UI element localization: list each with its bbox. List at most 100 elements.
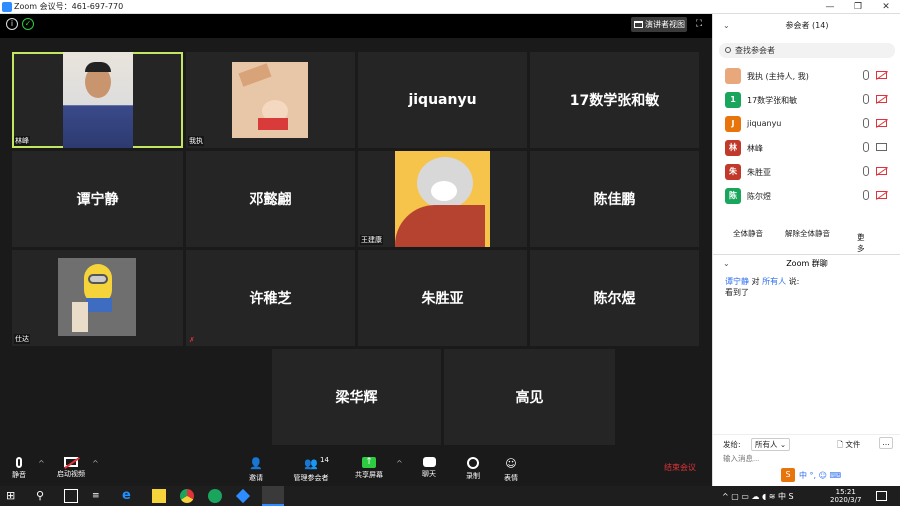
chat-label: 聊天 (422, 470, 436, 478)
chat-icon (422, 457, 436, 467)
video-tile[interactable]: 高见 (444, 349, 615, 445)
chat-said: 说: (788, 277, 800, 286)
video-tile[interactable]: jiquanyu (358, 52, 527, 148)
video-top-bar: i ✓ 演讲者视图 ⛶ (0, 14, 712, 38)
windows-taskbar: ⊞ ⚲ ≡ e ^ ▢ ▭ ☁ ◖ ≋ 中 S 15:21 2020/3/7 (0, 486, 900, 506)
app-icon[interactable] (235, 488, 251, 504)
video-off-icon[interactable] (876, 71, 887, 79)
participant-row[interactable]: 1 17数学张和敏 (713, 88, 900, 112)
participant-row[interactable]: 林 林峰 (713, 136, 900, 160)
zoom-taskbar-icon[interactable] (262, 486, 284, 506)
video-tile[interactable]: 谭宁静 (12, 151, 183, 247)
share-screen-button[interactable]: ↑ 共享屏幕 (352, 454, 386, 486)
chat-input[interactable] (723, 452, 891, 464)
chrome-icon[interactable] (180, 489, 194, 503)
avatar (725, 68, 741, 84)
microphone-icon[interactable] (863, 94, 869, 104)
video-tile[interactable]: 我执 (186, 52, 355, 148)
video-tile[interactable]: 陈尔煜 (530, 250, 699, 346)
microphone-icon[interactable] (863, 166, 869, 176)
search-icon[interactable]: ⚲ (36, 489, 50, 503)
participant-row[interactable]: 陈 陈尔煜 (713, 184, 900, 208)
grid-icon (634, 21, 643, 28)
chevron-up-icon[interactable]: ^ (396, 459, 403, 468)
edge-browser-icon[interactable]: e (122, 489, 136, 503)
video-tile[interactable]: 朱胜亚 (358, 250, 527, 346)
microphone-icon[interactable] (863, 190, 869, 200)
video-off-icon[interactable] (876, 167, 887, 175)
fullscreen-icon[interactable]: ⛶ (694, 19, 704, 29)
file-button[interactable]: 🗋 文件 (837, 439, 860, 452)
video-off-icon[interactable] (876, 119, 887, 127)
notification-icon[interactable] (876, 491, 887, 501)
mute-all-button[interactable]: 全体静音 (733, 228, 763, 239)
video-tile[interactable]: 邓懿翩 (186, 151, 355, 247)
chevron-up-icon[interactable]: ^ (38, 459, 45, 468)
tray-icons[interactable]: ^ ▢ ▭ ☁ ◖ ≋ 中 S (722, 491, 794, 502)
app-icon[interactable]: ≡ (92, 489, 106, 503)
video-tile[interactable]: 17数学张和敏 (530, 52, 699, 148)
unmute-all-button[interactable]: 解除全体静音 (785, 228, 830, 239)
video-off-icon (64, 457, 80, 469)
chevron-up-icon[interactable]: ^ (92, 459, 99, 468)
chat-to-word: 对 (751, 277, 760, 286)
ime-status[interactable]: 中 °, ☺ ⌨ (799, 470, 841, 481)
speaker-view-button[interactable]: 演讲者视图 (631, 17, 687, 32)
more-label: 更多 (857, 233, 865, 253)
maximize-button[interactable]: ❐ (844, 0, 872, 14)
participant-name: jiquanyu (408, 92, 477, 108)
video-off-icon[interactable] (876, 191, 887, 199)
invite-button[interactable]: 👤 邀请 (244, 454, 268, 486)
chevron-down-icon[interactable]: ⌄ (723, 14, 730, 38)
start-video-label: 启动视频 (57, 470, 85, 478)
participant-row[interactable]: J jiquanyu (713, 112, 900, 136)
chevron-down-icon[interactable]: ⌄ (723, 257, 730, 271)
chat-sender: 谭宁静 (725, 277, 749, 286)
chat-button[interactable]: 聊天 (418, 454, 440, 486)
mute-label: 静音 (12, 471, 26, 479)
search-placeholder: 查找参会者 (735, 46, 775, 55)
video-tile[interactable]: 陈佳鹏 (530, 151, 699, 247)
participant-label: 我执 (188, 136, 204, 146)
send-to-select[interactable]: 所有人 ⌄ (751, 438, 791, 451)
search-participants-field[interactable]: 查找参会者 (719, 43, 895, 58)
close-button[interactable]: ✕ (872, 0, 900, 14)
share-screen-icon: ↑ (362, 457, 376, 468)
task-view-icon[interactable] (64, 489, 78, 503)
sogou-ime-icon[interactable]: S (781, 468, 795, 482)
video-tile[interactable]: 王建康 (358, 151, 527, 247)
video-icon[interactable] (876, 143, 887, 151)
participant-row[interactable]: 朱 朱胜亚 (713, 160, 900, 184)
reactions-button[interactable]: ☺ 表情 (500, 454, 522, 486)
video-off-icon[interactable] (876, 95, 887, 103)
participant-name: 梁华辉 (335, 390, 378, 406)
participant-name: 17数学张和敏 (747, 96, 798, 105)
video-tile[interactable]: 许稚芝 ✗ (186, 250, 355, 346)
video-tile[interactable]: 梁华辉 (272, 349, 441, 445)
video-tile[interactable]: 仕达 (12, 250, 183, 346)
send-to-label: 发给: (723, 440, 741, 449)
clock-time: 15:21 (835, 488, 856, 496)
microphone-icon[interactable] (863, 70, 869, 80)
manage-participants-label: 管理参会者 (293, 474, 329, 482)
minimize-button[interactable]: — (816, 0, 844, 14)
more-button[interactable]: 更多 ⌄ (857, 228, 865, 253)
system-clock[interactable]: 15:21 2020/3/7 (830, 488, 861, 504)
more-options-icon[interactable]: … (879, 437, 893, 449)
mute-button[interactable]: 静音 (6, 454, 32, 486)
participant-name: 高见 (515, 390, 544, 406)
end-meeting-button[interactable]: 结束会议 (664, 462, 696, 473)
windows-start-icon[interactable]: ⊞ (6, 489, 20, 503)
info-icon[interactable]: i (6, 18, 18, 30)
shield-icon[interactable]: ✓ (22, 18, 34, 30)
microphone-icon[interactable] (863, 118, 869, 128)
sticky-notes-icon[interactable] (152, 489, 166, 503)
wechat-icon[interactable] (208, 489, 222, 503)
zoom-app: Zoom 会议号：461-697-770 — ❐ ✕ i ✓ 演讲者视图 ⛶ 林… (0, 0, 900, 506)
participant-video (62, 52, 133, 148)
participant-row[interactable]: 我执 (主持人, 我) (713, 64, 900, 88)
video-tile[interactable]: 林峰 (12, 52, 183, 148)
record-button[interactable]: 录制 (462, 454, 484, 486)
microphone-icon[interactable] (863, 142, 869, 152)
start-video-button[interactable]: 启动视频 (54, 454, 88, 486)
